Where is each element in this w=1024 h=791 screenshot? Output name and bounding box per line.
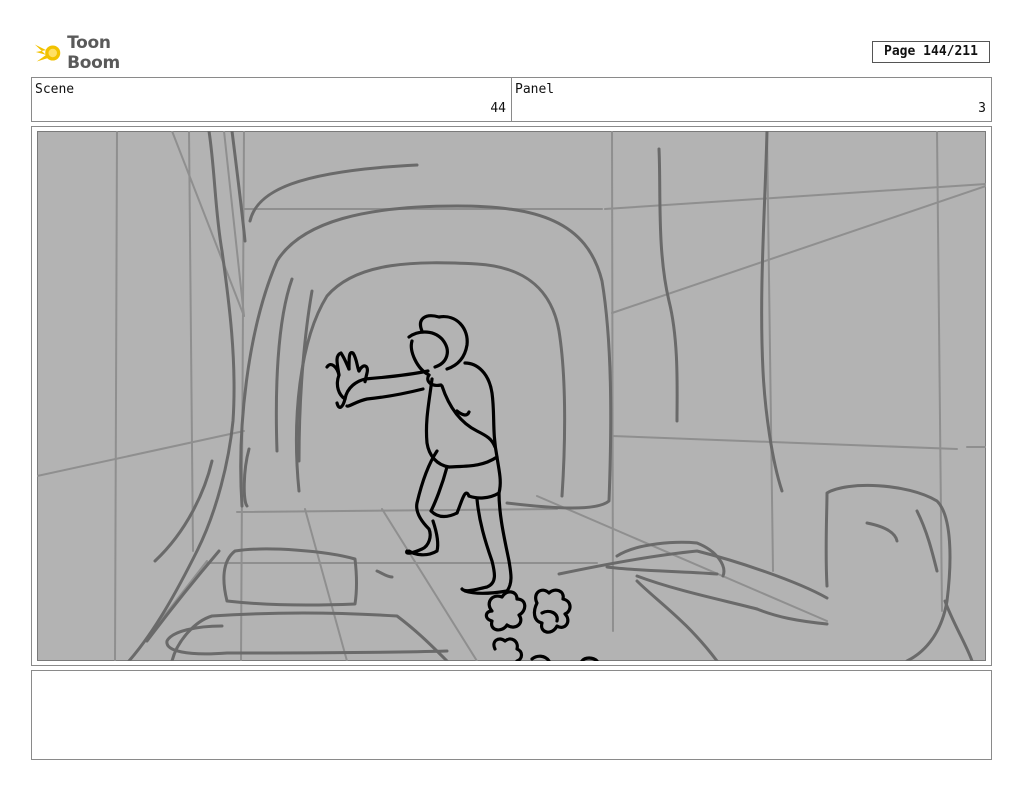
scene-label: Scene xyxy=(35,82,75,97)
panel-value: 3 xyxy=(978,101,986,116)
storyboard-frame xyxy=(31,126,992,666)
panel-label: Panel xyxy=(515,82,555,97)
scene-value: 44 xyxy=(490,101,506,116)
page-number: Page 144/211 xyxy=(872,41,990,63)
panel-notes xyxy=(31,670,992,760)
storyboard-sketch xyxy=(37,131,986,661)
logo-text: Toon Boom xyxy=(67,33,120,73)
toon-boom-logo: Toon Boom xyxy=(33,33,163,73)
toon-boom-comet-icon xyxy=(34,44,61,62)
scene-panel-header: Scene 44 Panel 3 xyxy=(31,77,992,122)
scene-cell: Scene 44 xyxy=(32,78,512,121)
panel-cell: Panel 3 xyxy=(512,78,991,121)
